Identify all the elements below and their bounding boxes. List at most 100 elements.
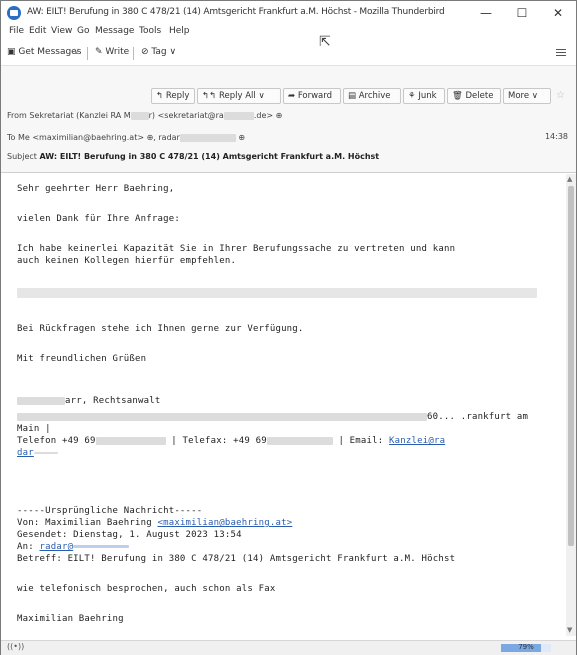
trash-icon: 🗑	[452, 91, 466, 101]
signature-email-link-cont[interactable]: dar	[17, 448, 34, 458]
delete-button[interactable]: 🗑 Delete	[447, 88, 501, 104]
signature-city: 60... .rankfurt am	[427, 412, 529, 422]
from-address[interactable]: Sekretariat (Kanzlei RA M r) <sekretariat…	[29, 111, 273, 120]
body-paragraph-line: Ich habe keinerlei Kapazität Sie in Ihre…	[17, 244, 456, 254]
more-button[interactable]: More ∨	[503, 88, 551, 104]
from-name-part: Sekretariat (Kanzlei RA M	[29, 111, 131, 120]
to-address-2[interactable]: , radar	[153, 133, 180, 142]
window-title: AW: EILT! Berufung in 380 C 478/21 (14) …	[27, 7, 445, 17]
maximize-button[interactable]: ☐	[505, 3, 539, 23]
forward-button[interactable]: ➦ Forward	[283, 88, 341, 104]
signature-contact: Telefon +49 69 | Telefax: +49 69 | Email…	[17, 436, 445, 446]
original-to-link[interactable]: radar@	[39, 542, 73, 552]
from-name-part: .de>	[253, 111, 274, 120]
signature-fax: | Telefax: +49 69	[171, 436, 267, 446]
main-toolbar: ▣ Get Messages ∨ ✎ Write ⊘ Tag ∨	[1, 43, 576, 66]
subject-value: AW: EILT! Berufung in 380 C 478/21 (14) …	[39, 152, 380, 161]
progress-bar: 79%	[501, 643, 551, 652]
signature-email-link[interactable]: Kanzlei@ra	[389, 436, 445, 446]
toolbar-separator	[133, 47, 134, 60]
reply-button[interactable]: ↰ Reply	[151, 88, 195, 104]
body-questions: Bei Rückfragen stehe ich Ihnen gerne zur…	[17, 324, 304, 334]
from-row: From Sekretariat (Kanzlei RA M r) <sekret…	[7, 111, 282, 120]
thunderbird-window: AW: EILT! Berufung in 380 C 478/21 (14) …	[0, 0, 577, 655]
chevron-down-icon: ∨	[531, 91, 539, 101]
app-menu-icon[interactable]	[556, 49, 566, 50]
inbox-icon: ▣	[7, 47, 19, 57]
connection-status-icon[interactable]: ((•))	[7, 642, 24, 651]
signature-main: Main |	[17, 424, 51, 434]
menu-file[interactable]: File	[9, 26, 24, 36]
tag-icon: ⊘	[141, 47, 152, 57]
original-from: Von: Maximilian Baehring <maximilian@bae…	[17, 518, 292, 528]
contact-icon[interactable]: ⊕	[238, 133, 245, 142]
reply-all-label: Reply All	[218, 91, 256, 101]
redaction-block	[223, 111, 254, 120]
menu-tools[interactable]: Tools	[139, 26, 161, 36]
status-bar: ((•)) 79%	[1, 640, 576, 655]
original-text: wie telefonisch besprochen, auch schon a…	[17, 584, 276, 594]
redaction-block	[266, 436, 333, 445]
vertical-scrollbar[interactable]: ▲ ▼	[566, 174, 576, 636]
progress-label: 79%	[518, 643, 534, 651]
reply-label: Reply	[165, 91, 190, 101]
redaction-block	[17, 412, 427, 421]
original-to: An: radar@	[17, 542, 130, 552]
scrollbar-thumb[interactable]	[568, 186, 574, 546]
to-row: To Me <maximilian@baehring.at> ⊕, radar …	[7, 133, 245, 142]
junk-icon: ⚘	[408, 91, 419, 101]
tag-button[interactable]: ⊘ Tag ∨	[141, 47, 176, 57]
minimize-button[interactable]: —	[469, 3, 503, 23]
from-name-part: r) <sekretariat@ra	[148, 111, 224, 120]
menu-edit[interactable]: Edit	[29, 26, 46, 36]
original-sent: Gesendet: Dienstag, 1. August 2023 13:54	[17, 530, 242, 540]
original-subject: Betreff: EILT! Berufung in 380 C 478/21 …	[17, 554, 456, 564]
signature-name-text: arr, Rechtsanwalt	[65, 396, 161, 406]
to-label: To	[7, 133, 16, 142]
get-messages-dropdown[interactable]: ∨	[73, 47, 80, 57]
reply-all-icon: ↰↰	[202, 91, 219, 101]
signature-email-cont[interactable]: dar	[17, 448, 58, 458]
scroll-down-icon[interactable]: ▼	[567, 626, 572, 634]
original-from-link[interactable]: <maximilian@baehring.at>	[157, 518, 292, 528]
menu-go[interactable]: Go	[77, 26, 89, 36]
subject-row: Subject AW: EILT! Berufung in 380 C 478/…	[7, 152, 379, 161]
message-time: 14:38	[544, 132, 568, 141]
original-signature: Maximilian Baehring	[17, 614, 124, 624]
close-button[interactable]: ✕	[541, 3, 575, 23]
reply-icon: ↰	[156, 91, 166, 101]
message-body: Sehr geehrter Herr Baehring, vielen Dank…	[7, 174, 562, 636]
redaction-block	[33, 451, 58, 454]
menu-message[interactable]: Message	[95, 26, 134, 36]
redaction-block	[17, 288, 537, 298]
scroll-up-icon[interactable]: ▲	[567, 175, 572, 183]
write-label: Write	[105, 47, 130, 57]
redaction-block	[95, 436, 166, 445]
to-address[interactable]: Me <maximilian@baehring.at>	[18, 133, 144, 142]
original-message-header: -----Ursprüngliche Nachricht-----	[17, 506, 203, 516]
menu-help[interactable]: Help	[169, 26, 190, 36]
archive-icon: ▤	[348, 91, 359, 101]
reply-all-button[interactable]: ↰↰ Reply All ∨	[197, 88, 281, 104]
pencil-icon: ✎	[95, 47, 106, 57]
thunderbird-logo-icon	[7, 6, 21, 20]
signature-email-label: | Email:	[338, 436, 384, 446]
signature-name: arr, Rechtsanwalt	[17, 396, 161, 406]
body-greeting: Sehr geehrter Herr Baehring,	[17, 184, 175, 194]
contact-icon[interactable]: ⊕	[276, 111, 283, 120]
body-paragraph-line: auch keinen Kollegen hierfür empfehlen.	[17, 256, 237, 266]
star-icon[interactable]: ☆	[556, 90, 565, 101]
archive-button[interactable]: ▤ Archive	[343, 88, 401, 104]
forward-label: Forward	[297, 91, 333, 101]
signature-phone: Telefon +49 69	[17, 436, 96, 446]
junk-button[interactable]: ⚘ Junk	[403, 88, 445, 104]
get-messages-button[interactable]: ▣ Get Messages	[7, 47, 81, 57]
body-thanks: vielen Dank für Ihre Anfrage:	[17, 214, 180, 224]
write-button[interactable]: ✎ Write	[95, 47, 129, 57]
archive-label: Archive	[358, 91, 391, 101]
from-label: From	[7, 111, 27, 120]
menu-view[interactable]: View	[51, 26, 72, 36]
forward-icon: ➦	[288, 91, 298, 101]
toolbar-separator	[87, 47, 88, 60]
redaction-block	[179, 133, 236, 142]
